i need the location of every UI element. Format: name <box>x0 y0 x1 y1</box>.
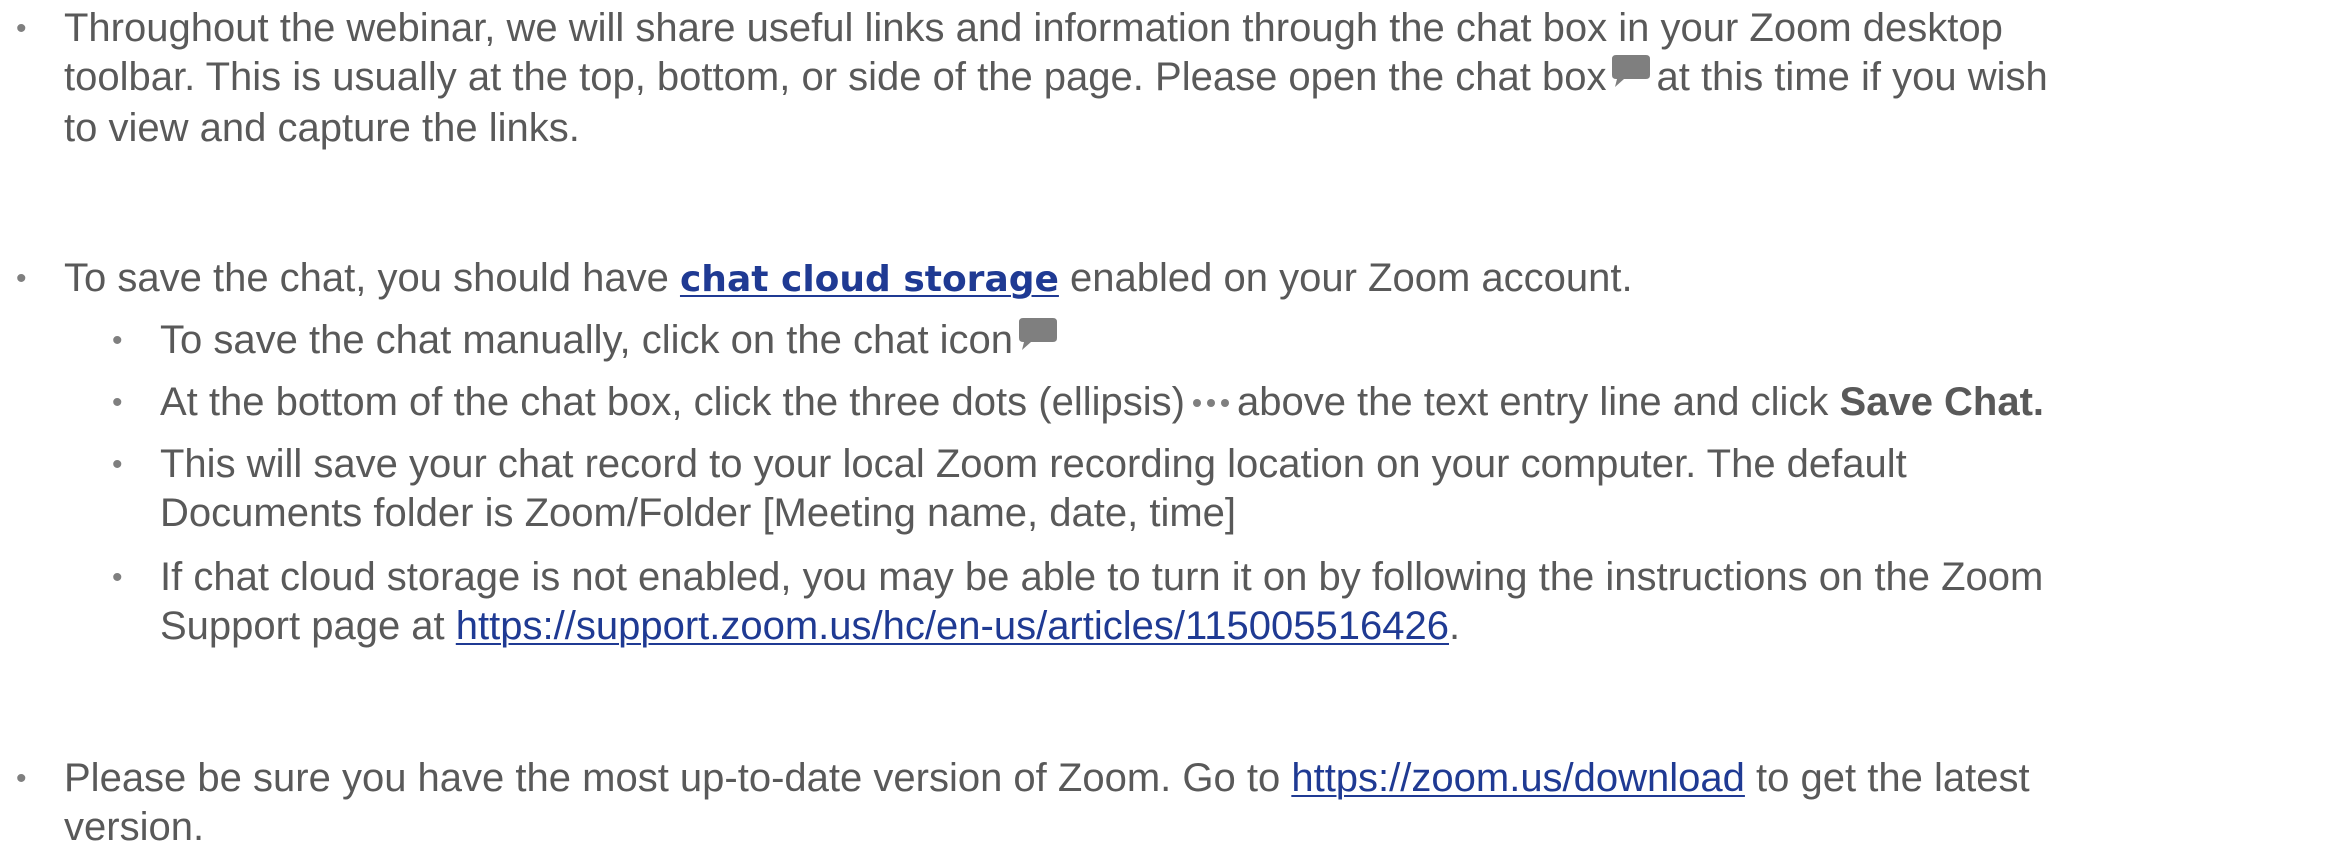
subbullet-save-manually-text: To save the chat manually, click on the … <box>160 318 1014 362</box>
subbullet-ellipsis-tail: above the text entry line and click <box>1236 380 1840 424</box>
bullet-marker: • <box>16 262 27 295</box>
bullet-save-chat-text: To save the chat, you should have <box>64 256 680 300</box>
save-chat-label: Save Chat. <box>1839 380 2045 424</box>
subbullet-save-manually: • To save the chat manually, click on th… <box>112 315 1063 367</box>
bullet-update-zoom-text: Please be sure you have the most up-to-d… <box>64 756 1292 800</box>
subbullet-cloud-storage-help-line2: Support page at https://support.zoom.us/… <box>160 602 2043 651</box>
bullet-marker: • <box>112 561 123 594</box>
bullet-chat-links-line2-text: toolbar. This is usually at the top, bot… <box>64 55 1607 99</box>
chat-bubble-icon <box>1017 315 1059 364</box>
bullet-marker: • <box>112 448 123 481</box>
bullet-chat-links-line1: Throughout the webinar, we will share us… <box>64 6 2003 50</box>
subbullet-ellipsis-text: At the bottom of the chat box, click the… <box>160 380 1185 424</box>
subbullet-cloud-storage-help-prefix: Support page at <box>160 604 456 648</box>
bullet-chat-links-line2: toolbar. This is usually at the top, bot… <box>64 53 2048 104</box>
chat-cloud-storage-link[interactable]: chat cloud storage <box>680 259 1059 300</box>
subbullet-cloud-storage-help: • If chat cloud storage is not enabled, … <box>112 553 2044 651</box>
bullet-update-zoom-line2: version. <box>64 805 205 849</box>
subbullet-ellipsis: • At the bottom of the chat box, click t… <box>112 378 2045 429</box>
bullet-marker: • <box>112 386 123 419</box>
subbullet-cloud-storage-help-suffix: . <box>1448 604 1461 648</box>
bullet-save-chat-tail: enabled on your Zoom account. <box>1058 256 1633 300</box>
chat-bubble-icon <box>1610 52 1652 101</box>
subbullet-cloud-storage-help-line1: If chat cloud storage is not enabled, yo… <box>160 555 2044 599</box>
bullet-marker: • <box>16 12 27 45</box>
subbullet-save-location-line1: This will save your chat record to your … <box>160 442 1907 486</box>
bullet-update-zoom-line1: Please be sure you have the most up-to-d… <box>64 754 2030 803</box>
bullet-chat-links-line3: to view and capture the links. <box>64 105 580 150</box>
bullet-update-zoom: • Please be sure you have the most up-to… <box>16 754 2030 852</box>
subbullet-save-location-line2: Documents folder is Zoom/Folder [Meeting… <box>160 491 1237 535</box>
bullet-chat-links: • Throughout the webinar, we will share … <box>16 4 2048 153</box>
bullet-save-chat: • To save the chat, you should have chat… <box>16 254 1633 304</box>
zoom-download-link[interactable]: https://zoom.us/download <box>1291 756 1745 800</box>
subbullet-save-location: • This will save your chat record to you… <box>112 440 1907 538</box>
zoom-support-link[interactable]: https://support.zoom.us/hc/en-us/article… <box>456 604 1449 648</box>
bullet-marker: • <box>112 324 123 357</box>
instructions-slide: • Throughout the webinar, we will share … <box>0 0 2349 849</box>
bullet-marker: • <box>16 762 27 795</box>
ellipsis-icon <box>1191 372 1231 421</box>
bullet-update-zoom-tail: to get the latest <box>1744 756 2030 800</box>
bullet-chat-links-line2-tail: at this time if you wish <box>1656 55 2048 99</box>
